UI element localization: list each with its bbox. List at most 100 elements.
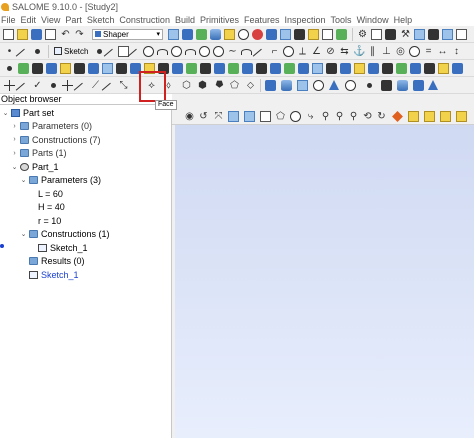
sk-parallel-button[interactable]: ∥	[367, 46, 378, 57]
clipboard-button[interactable]	[371, 29, 382, 40]
view-fitarea-button[interactable]	[244, 111, 255, 122]
chevron-right-icon[interactable]: ›	[11, 150, 18, 157]
menu-window[interactable]: Window	[356, 15, 393, 25]
cylinder-button[interactable]	[281, 80, 292, 91]
menu-build[interactable]: Build	[174, 15, 199, 25]
3d-viewer[interactable]	[175, 125, 474, 438]
sk-dim-button[interactable]: ⟂	[297, 46, 308, 57]
delete-button[interactable]	[385, 29, 396, 40]
menu-features[interactable]: Features	[243, 15, 284, 25]
build-i-button[interactable]	[116, 63, 127, 74]
sk-fillet-button[interactable]	[241, 46, 252, 57]
python-button[interactable]	[308, 29, 319, 40]
build-ad-button[interactable]	[410, 63, 421, 74]
menu-inspection[interactable]: Inspection	[284, 15, 330, 25]
sk-ellipse-button[interactable]	[171, 46, 182, 57]
tool-c-button[interactable]	[428, 29, 439, 40]
prim-plane-button[interactable]: ⟋	[90, 80, 101, 91]
menu-edit[interactable]: Edit	[20, 15, 41, 25]
build-o-button[interactable]	[200, 63, 211, 74]
sk-split-button[interactable]	[252, 46, 269, 59]
menu-primitives[interactable]: Primitives	[199, 15, 243, 25]
view-back-button[interactable]	[424, 111, 435, 122]
tree-item[interactable]: › Parameters (0)	[11, 120, 92, 133]
build-c-button[interactable]	[32, 63, 43, 74]
view-front-button[interactable]	[408, 111, 419, 122]
new-document-button[interactable]	[3, 29, 14, 40]
settings-button[interactable]: ⚙	[357, 29, 368, 40]
chevron-right-icon[interactable]: ›	[11, 136, 18, 143]
undo-button[interactable]: ↶	[60, 29, 71, 40]
open-button[interactable]	[17, 29, 28, 40]
view-search-button[interactable]: ⚲	[320, 111, 331, 122]
build-v-button[interactable]	[298, 63, 309, 74]
menu-part[interactable]: Part	[64, 15, 86, 25]
sketch-button[interactable]: Sketch	[54, 46, 88, 57]
menu-help[interactable]: Help	[393, 15, 417, 25]
prim-compsolid-button[interactable]: ⬢	[197, 80, 208, 91]
prim-sphere2-button[interactable]	[397, 80, 408, 91]
eficas-button[interactable]	[280, 29, 291, 40]
tree-item[interactable]: ⌄ Part set	[2, 106, 54, 119]
build-m-button[interactable]	[172, 63, 183, 74]
build-g-button[interactable]	[88, 63, 99, 74]
build-e-button[interactable]	[60, 63, 71, 74]
prim-cube-button[interactable]	[381, 80, 392, 91]
chevron-down-icon[interactable]: ⌄	[20, 176, 27, 184]
tree-item[interactable]: ⌄ Part_1	[11, 160, 59, 173]
sk-vertical-button[interactable]: ↕	[451, 46, 462, 57]
menu-file[interactable]: File	[0, 15, 20, 25]
tree-item[interactable]: › Parts (1)	[11, 147, 66, 160]
build-u-button[interactable]	[284, 63, 295, 74]
sphere-button[interactable]	[297, 80, 308, 91]
prim-wire-button[interactable]: ✓	[32, 80, 43, 91]
chevron-down-icon[interactable]: ⌄	[20, 230, 27, 238]
view-fitsel-button[interactable]	[260, 111, 271, 122]
tree-item[interactable]: H = 40	[29, 201, 65, 214]
sk-coincident-button[interactable]: ◎	[395, 46, 406, 57]
menu-tools[interactable]: Tools	[330, 15, 356, 25]
homard-button[interactable]	[266, 29, 277, 40]
script-button[interactable]	[294, 29, 305, 40]
prim-solid-button[interactable]: ⬡	[181, 80, 192, 91]
view-dump-button[interactable]: ◉	[184, 111, 195, 122]
build-p-button[interactable]	[214, 63, 225, 74]
sk-perp-button[interactable]: ⊥	[381, 46, 392, 57]
prim-wire2-button[interactable]	[101, 80, 118, 93]
close-doc-button[interactable]	[45, 29, 56, 40]
prim-pyramid-button[interactable]	[428, 80, 439, 91]
build-r-button[interactable]	[242, 63, 253, 74]
prim-edge-button[interactable]	[15, 80, 32, 93]
sk-circle-button[interactable]	[143, 46, 154, 57]
build-b-button[interactable]	[18, 63, 29, 74]
fields-button[interactable]	[252, 29, 263, 40]
point-tool-button[interactable]	[32, 46, 43, 57]
sk-trim-button[interactable]: ⌐	[269, 46, 280, 57]
prim-polyline-button[interactable]: ⤡	[118, 80, 129, 91]
sk-spline-button[interactable]: ∼	[227, 46, 238, 57]
line-tool-button[interactable]	[15, 46, 32, 59]
view-top-button[interactable]	[440, 111, 451, 122]
mesh-module-button[interactable]	[168, 29, 179, 40]
build-w-button[interactable]	[312, 63, 323, 74]
tree-item[interactable]: Sketch_1	[20, 268, 79, 281]
prim-compound-button[interactable]: ⯂	[213, 80, 224, 91]
prim-face-a-button[interactable]	[48, 80, 59, 91]
view-navigation-button[interactable]	[392, 111, 403, 122]
build-a-button[interactable]	[4, 63, 15, 74]
prim-point-button[interactable]	[62, 80, 73, 91]
study-button[interactable]	[336, 29, 347, 40]
prim-box2-button[interactable]	[413, 80, 424, 91]
view-bottom-button[interactable]	[456, 111, 467, 122]
save-button[interactable]	[31, 29, 42, 40]
view-rotate-button[interactable]: ⤷	[305, 111, 316, 122]
sk-equal-button[interactable]: =	[423, 46, 434, 57]
view-reset-button[interactable]: ⟲	[362, 111, 373, 122]
build-q-button[interactable]	[228, 63, 239, 74]
view-pan-button[interactable]	[290, 111, 301, 122]
build-ab-button[interactable]	[382, 63, 393, 74]
build-d-button[interactable]	[46, 63, 57, 74]
sk-line-button[interactable]	[103, 46, 120, 59]
view-fitall-button[interactable]	[228, 111, 239, 122]
module-selector[interactable]: Shaper ▾	[92, 29, 163, 40]
